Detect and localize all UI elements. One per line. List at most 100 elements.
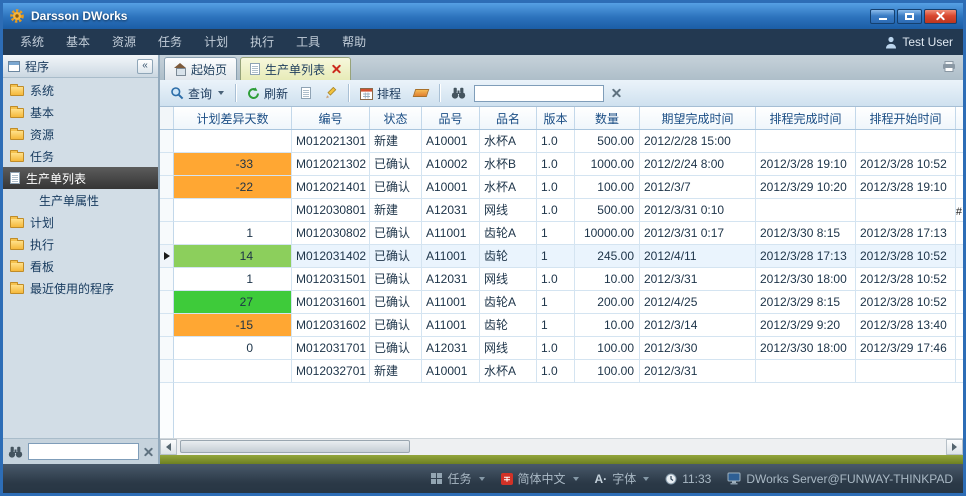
cell-sched_end[interactable]: 2012/3/29 9:20 xyxy=(756,314,856,337)
cell-status[interactable]: 已确认 xyxy=(370,153,422,176)
titlebar[interactable]: Darsson DWorks xyxy=(3,3,963,29)
cell-code[interactable]: M012031701 xyxy=(292,337,370,360)
cell-version[interactable]: 1 xyxy=(537,291,575,314)
cell-item_name[interactable]: 网线 xyxy=(480,199,537,222)
cell-item_no[interactable]: A11001 xyxy=(422,245,480,268)
cell-code[interactable]: M012030802 xyxy=(292,222,370,245)
cell-expect[interactable]: 2012/4/11 xyxy=(640,245,756,268)
cell-item_no[interactable]: A10002 xyxy=(422,153,480,176)
cell-item_no[interactable]: A11001 xyxy=(422,314,480,337)
sidebar-item-6[interactable]: 计划 xyxy=(3,211,158,233)
menu-item-0[interactable]: 系统 xyxy=(9,29,55,55)
column-header-version[interactable]: 版本 xyxy=(537,107,575,129)
cell-code[interactable]: M012021302 xyxy=(292,153,370,176)
cell-diff[interactable] xyxy=(174,360,292,383)
cell-code[interactable]: M012030801 xyxy=(292,199,370,222)
tab-0[interactable]: 起始页 xyxy=(164,57,237,80)
tab-1[interactable]: 生产单列表 xyxy=(240,57,351,80)
cell-diff[interactable]: -15 xyxy=(174,314,292,337)
cell-expect[interactable]: 2012/4/25 xyxy=(640,291,756,314)
cell-code[interactable]: M012021401 xyxy=(292,176,370,199)
cell-expect[interactable]: 2012/3/7 xyxy=(640,176,756,199)
sidebar-item-1[interactable]: 基本 xyxy=(3,101,158,123)
table-row[interactable]: 27M012031601已确认A11001齿轮A1200.002012/4/25… xyxy=(160,291,963,314)
cell-item_name[interactable]: 网线 xyxy=(480,337,537,360)
new-button[interactable] xyxy=(296,83,316,104)
sidebar-item-4[interactable]: 生产单列表 xyxy=(3,167,158,189)
maximize-button[interactable] xyxy=(897,9,922,24)
cell-diff[interactable]: 0 xyxy=(174,337,292,360)
cell-code[interactable]: M012031602 xyxy=(292,314,370,337)
cell-qty[interactable]: 100.00 xyxy=(575,176,640,199)
cell-sched_start[interactable]: 2012/3/28 10:52 xyxy=(856,291,956,314)
column-header-sched_start[interactable]: 排程开始时间 xyxy=(856,107,956,129)
cell-sched_start[interactable]: 2012/3/28 19:10 xyxy=(856,176,956,199)
cell-sched_end[interactable] xyxy=(756,130,856,153)
menu-item-7[interactable]: 帮助 xyxy=(331,29,377,55)
cell-diff[interactable] xyxy=(174,199,292,222)
cell-sched_start[interactable]: 2012/3/29 17:46 xyxy=(856,337,956,360)
menu-item-3[interactable]: 任务 xyxy=(147,29,193,55)
cell-diff[interactable]: -22 xyxy=(174,176,292,199)
cell-status[interactable]: 已确认 xyxy=(370,176,422,199)
cell-status[interactable]: 新建 xyxy=(370,130,422,153)
printer-icon[interactable] xyxy=(942,61,956,75)
clear-sidebar-search-icon[interactable] xyxy=(144,447,153,456)
user-indicator[interactable]: Test User xyxy=(885,35,957,49)
cell-status[interactable]: 新建 xyxy=(370,360,422,383)
cell-expect[interactable]: 2012/2/24 8:00 xyxy=(640,153,756,176)
cell-item_name[interactable]: 齿轮A xyxy=(480,291,537,314)
cell-qty[interactable]: 245.00 xyxy=(575,245,640,268)
schedule-button[interactable]: 排程 xyxy=(355,83,406,104)
menu-item-2[interactable]: 资源 xyxy=(101,29,147,55)
cell-item_no[interactable]: A11001 xyxy=(422,222,480,245)
sidebar-item-7[interactable]: 执行 xyxy=(3,233,158,255)
cell-diff[interactable]: 27 xyxy=(174,291,292,314)
cell-sched_start[interactable]: 2012/3/28 10:52 xyxy=(856,268,956,291)
table-row[interactable]: M012021301新建A10001水杯A1.0500.002012/2/28 … xyxy=(160,130,963,153)
cell-expect[interactable]: 2012/3/30 xyxy=(640,337,756,360)
cell-item_no[interactable]: A10001 xyxy=(422,176,480,199)
cell-sched_start[interactable] xyxy=(856,199,956,222)
cell-diff[interactable]: 14 xyxy=(174,245,292,268)
table-row[interactable]: -15M012031602已确认A11001齿轮110.002012/3/142… xyxy=(160,314,963,337)
cell-diff[interactable]: 1 xyxy=(174,222,292,245)
cell-sched_end[interactable] xyxy=(756,199,856,222)
cell-sched_start[interactable] xyxy=(856,130,956,153)
cell-item_name[interactable]: 网线 xyxy=(480,268,537,291)
cell-item_name[interactable]: 齿轮 xyxy=(480,245,537,268)
cell-sched_start[interactable]: 2012/3/28 13:40 xyxy=(856,314,956,337)
column-header-expect[interactable]: 期望完成时间 xyxy=(640,107,756,129)
cell-sched_end[interactable]: 2012/3/29 8:15 xyxy=(756,291,856,314)
cell-status[interactable]: 已确认 xyxy=(370,222,422,245)
scroll-right-button[interactable] xyxy=(946,439,963,455)
column-header-item_name[interactable]: 品名 xyxy=(480,107,537,129)
cell-expect[interactable]: 2012/3/31 xyxy=(640,268,756,291)
table-row[interactable]: -33M012021302已确认A10002水杯B1.01000.002012/… xyxy=(160,153,963,176)
table-row[interactable]: M012032701新建A10001水杯A1.0100.002012/3/31 xyxy=(160,360,963,383)
cell-status[interactable]: 新建 xyxy=(370,199,422,222)
cell-sched_end[interactable]: 2012/3/29 10:20 xyxy=(756,176,856,199)
cell-qty[interactable]: 10.00 xyxy=(575,314,640,337)
cell-status[interactable]: 已确认 xyxy=(370,245,422,268)
cell-expect[interactable]: 2012/2/28 15:00 xyxy=(640,130,756,153)
cell-qty[interactable]: 1000.00 xyxy=(575,153,640,176)
menu-item-1[interactable]: 基本 xyxy=(55,29,101,55)
cell-item_name[interactable]: 齿轮A xyxy=(480,222,537,245)
cell-diff[interactable] xyxy=(174,130,292,153)
scroll-track[interactable] xyxy=(177,439,946,455)
status-language-menu[interactable]: 简体中文 xyxy=(501,470,579,487)
cell-sched_end[interactable]: 2012/3/30 18:00 xyxy=(756,337,856,360)
cell-item_name[interactable]: 齿轮 xyxy=(480,314,537,337)
cell-expect[interactable]: 2012/3/31 0:17 xyxy=(640,222,756,245)
cell-version[interactable]: 1.0 xyxy=(537,268,575,291)
cell-item_no[interactable]: A10001 xyxy=(422,360,480,383)
status-font-menu[interactable]: A· 字体 xyxy=(595,470,650,487)
sidebar-item-0[interactable]: 系统 xyxy=(3,79,158,101)
cell-status[interactable]: 已确认 xyxy=(370,291,422,314)
menu-item-6[interactable]: 工具 xyxy=(285,29,331,55)
sidebar-item-8[interactable]: 看板 xyxy=(3,255,158,277)
unschedule-button[interactable] xyxy=(409,83,433,104)
cell-expect[interactable]: 2012/3/31 0:10 xyxy=(640,199,756,222)
cell-version[interactable]: 1 xyxy=(537,314,575,337)
